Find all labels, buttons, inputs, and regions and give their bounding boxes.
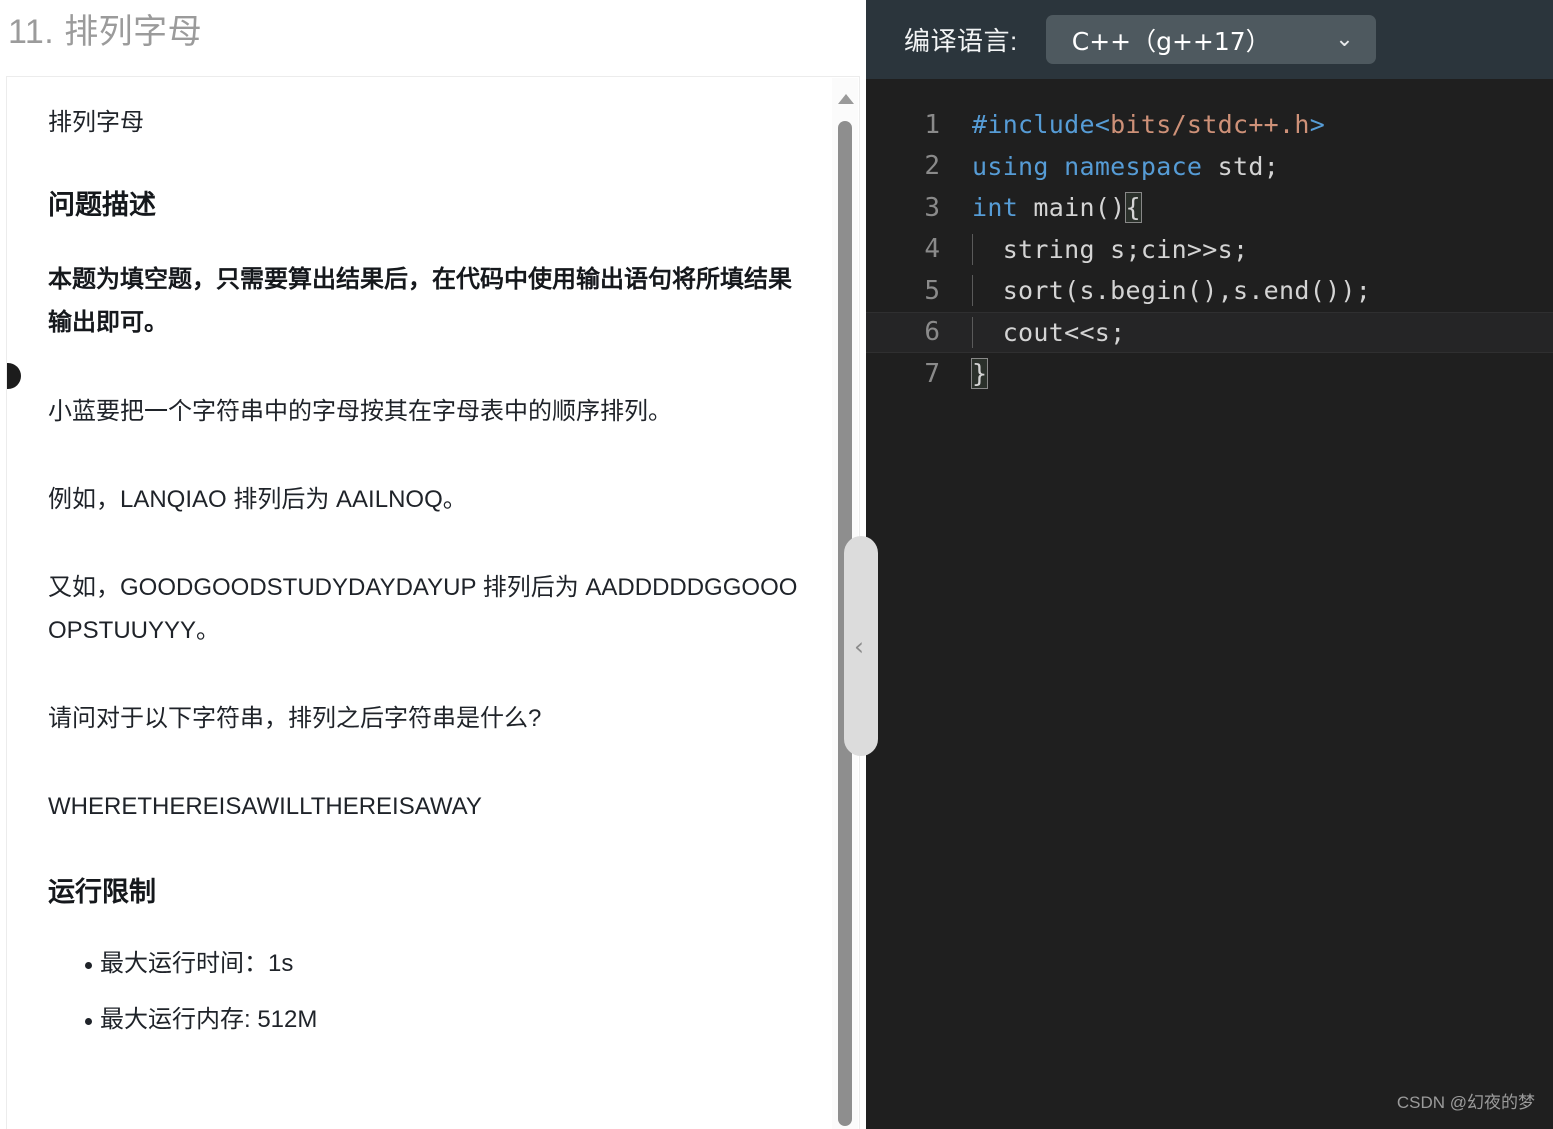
editor-header: 编译语言: C++（g++17） ⌄: [866, 0, 1553, 79]
code-token: using: [972, 151, 1049, 181]
problem-paragraph-2: 例如，LANQIAO 排列后为 AAILNOQ。: [48, 486, 467, 513]
code-token: >: [1309, 110, 1326, 140]
problem-note: 本题为填空题，只需要算出结果后，在代码中使用输出语句将所填结果输出即可。: [48, 266, 792, 336]
code-token: #include: [972, 110, 1095, 140]
problem-subtitle: 排列字母: [48, 109, 144, 136]
chevron-down-icon: ⌄: [1335, 26, 1354, 52]
code-line-text[interactable]: sort(s.begin(),s.end());: [956, 275, 1553, 307]
line-number: 6: [924, 317, 940, 348]
scroll-up-arrow-icon[interactable]: [838, 94, 854, 104]
heading-run-limits: 运行限制: [48, 877, 156, 907]
line-number: 7: [924, 358, 940, 389]
run-limits-list: 最大运行时间：1s 最大运行内存: 512M: [48, 945, 800, 1039]
code-line[interactable]: 5 sort(s.begin(),s.end());: [866, 270, 1553, 312]
line-number: 2: [924, 151, 940, 182]
line-number: 3: [924, 192, 940, 223]
code-editor-area[interactable]: 1 #include<bits/stdc++.h> 2 using namespace…: [866, 79, 1553, 1129]
code-line[interactable]: 3 int main(){: [866, 187, 1553, 229]
code-line-text[interactable]: string s;cin>>s;: [956, 233, 1553, 265]
code-lines: 1 #include<bits/stdc++.h> 2 using namespace…: [866, 104, 1553, 395]
heading-problem-description: 问题描述: [48, 190, 156, 220]
csdn-watermark: CSDN @幻夜的梦: [1396, 1093, 1535, 1112]
code-token: namespace: [1064, 151, 1203, 181]
code-line[interactable]: 1 #include<bits/stdc++.h>: [866, 104, 1553, 146]
code-line[interactable]: 4 string s;cin>>s;: [866, 229, 1553, 271]
problem-paragraph-3: 又如，GOODGOODSTUDYDAYDAYUP 排列后为 AADDDDDGGO…: [48, 574, 798, 644]
code-line-text[interactable]: int main(){: [956, 192, 1553, 224]
code-line-text[interactable]: cout<<s;: [956, 316, 1553, 348]
code-token: }: [970, 358, 989, 390]
code-line[interactable]: 2 using namespace std;: [866, 146, 1553, 188]
line-number: 4: [924, 234, 940, 265]
code-token: main(): [1018, 193, 1126, 223]
line-number: 5: [924, 275, 940, 306]
problem-panel: 11. 排列字母 排列字母 问题描述 本题为填空题，只需要算出结果后，在代码中使…: [0, 0, 878, 1129]
code-editor-panel: 编译语言: C++（g++17） ⌄ 1 #include<bits/stdc++…: [866, 0, 1553, 1129]
code-line[interactable]: 7}: [866, 353, 1553, 395]
code-token: string s;cin>>s;: [972, 234, 1249, 264]
problem-card: 排列字母 问题描述 本题为填空题，只需要算出结果后，在代码中使用输出语句将所填结…: [6, 76, 860, 1129]
code-line[interactable]: 6 cout<<s;: [866, 311, 1553, 353]
code-token: cout<<s;: [972, 317, 1126, 347]
list-item: 最大运行内存: 512M: [48, 1001, 800, 1039]
code-token: <: [1094, 110, 1111, 140]
code-line-text[interactable]: #include<bits/stdc++.h>: [956, 110, 1553, 139]
compile-language-select[interactable]: C++（g++17） ⌄: [1045, 15, 1376, 64]
code-line-text[interactable]: using namespace std;: [956, 152, 1553, 181]
code-token: int: [972, 193, 1019, 223]
compile-language-value: C++（g++17）: [1071, 26, 1271, 56]
collapse-panel-handle[interactable]: ‹: [844, 536, 878, 756]
list-item: 最大运行时间：1s: [48, 945, 800, 983]
chevron-left-icon: ‹: [854, 631, 864, 661]
problem-input-string: WHERETHEREISAWILLTHEREISAWAY: [48, 793, 482, 820]
app-root: 11. 排列字母 排列字母 问题描述 本题为填空题，只需要算出结果后，在代码中使…: [0, 0, 1553, 1129]
code-token: bits/stdc++.h: [1110, 110, 1310, 140]
line-number: 1: [924, 109, 940, 140]
code-token: {: [1124, 192, 1142, 224]
compile-language-label: 编译语言:: [904, 26, 1018, 56]
page-title: 11. 排列字母: [8, 13, 203, 51]
problem-content: 排列字母 问题描述 本题为填空题，只需要算出结果后，在代码中使用输出语句将所填结…: [48, 77, 800, 1057]
code-line-text[interactable]: }: [956, 358, 1553, 390]
code-token: std;: [1202, 151, 1280, 181]
problem-paragraph-4: 请问对于以下字符串，排列之后字符串是什么?: [48, 705, 542, 732]
code-token: sort(s.begin(),s.end());: [972, 276, 1372, 306]
problem-paragraph-1: 小蓝要把一个字符串中的字母按其在字母表中的顺序排列。: [48, 398, 672, 425]
anchor-dot-icon: [7, 363, 21, 389]
